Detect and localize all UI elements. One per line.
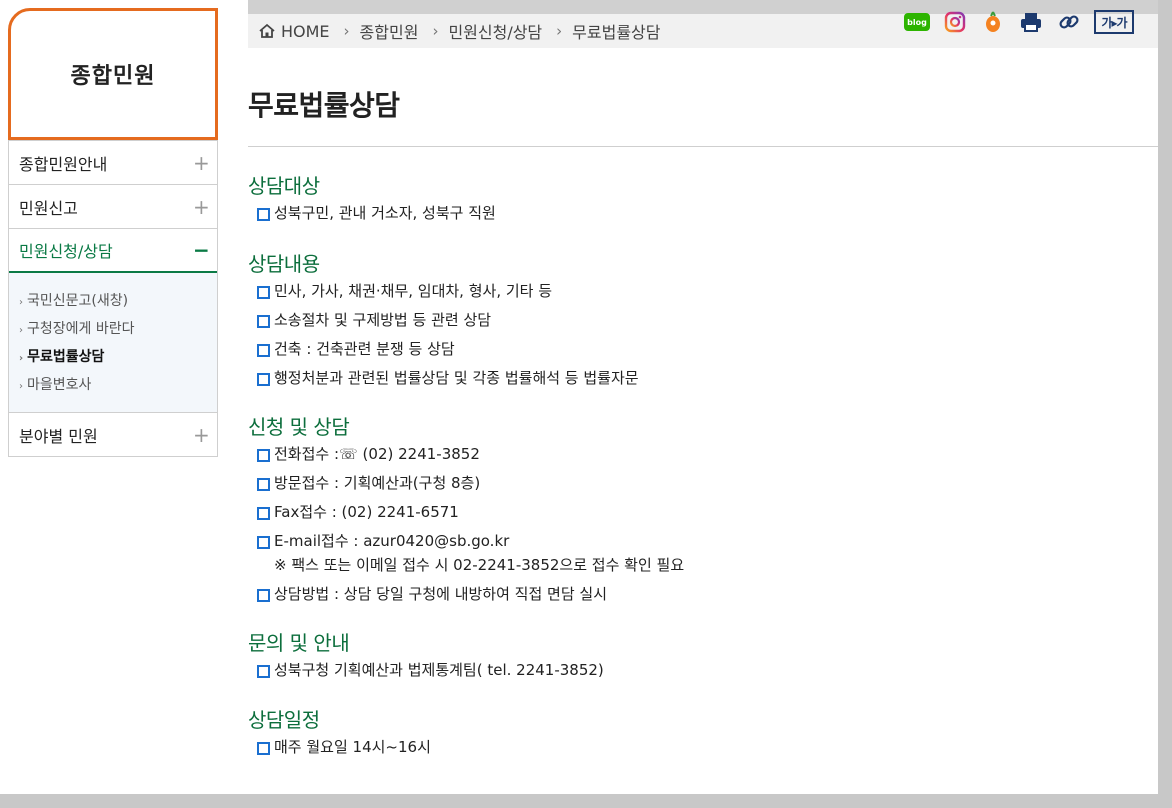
breadcrumb-level1[interactable]: 종합민원	[360, 19, 419, 43]
sidebar-item-application[interactable]: 민원신청/상담 −	[9, 228, 217, 273]
plus-icon[interactable]: +	[193, 423, 210, 447]
breadcrumb-level2[interactable]: 민원신청/상담	[448, 19, 542, 43]
link-icon[interactable]	[1056, 9, 1082, 35]
section-inquiry: 문의 및 안내 성북구청 기획예산과 법제통계팀( tel. 2241-3852…	[248, 628, 1158, 680]
page: 종합민원 종합민원안내 + 민원신고 + 민원신청/상담 − › 국민신문고(새창…	[0, 0, 1158, 794]
section-title: 상담일정	[248, 708, 320, 732]
breadcrumb-home[interactable]: HOME	[281, 22, 330, 41]
main-content: 무료법률상담 상담대상 성북구민, 관내 거소자, 성북구 직원 상담내용 민사…	[248, 48, 1158, 757]
list-item-text: E-mail접수 : azur0420@sb.go.kr	[274, 532, 510, 550]
blog-label: blog	[904, 13, 930, 31]
page-title: 무료법률상담	[248, 89, 400, 122]
home-icon[interactable]	[258, 23, 276, 39]
plus-icon[interactable]: +	[193, 151, 210, 175]
sidebar: 종합민원 종합민원안내 + 민원신고 + 민원신청/상담 − › 국민신문고(새창…	[8, 8, 218, 457]
square-bullet-icon	[257, 208, 270, 221]
list-item: 매주 월요일 14시~16시	[257, 738, 1158, 757]
submenu-item-label: 국민신문고(새창)	[27, 293, 129, 309]
sidebar-item-label: 민원신청/상담	[19, 242, 113, 261]
sidebar-item-general-guide[interactable]: 종합민원안내 +	[9, 140, 217, 184]
font-size-icon[interactable]: 가▸가	[1094, 9, 1134, 35]
sidebar-title: 종합민원	[8, 8, 218, 140]
list-item-text: 전화접수 :☏ (02) 2241-3852	[274, 445, 480, 463]
list-item: 전화접수 :☏ (02) 2241-3852	[257, 445, 1158, 464]
sidebar-item-label: 종합민원안내	[19, 154, 108, 174]
square-bullet-icon	[257, 665, 270, 678]
section-title: 문의 및 안내	[248, 631, 350, 655]
section-schedule: 상담일정 매주 월요일 14시~16시	[248, 705, 1158, 757]
list-item: 소송절차 및 구제방법 등 관련 상담	[257, 311, 1158, 330]
list-item-text: 민사, 가사, 채권·채무, 임대차, 형사, 기타 등	[274, 282, 553, 300]
list-item-text: Fax접수 : (02) 2241-6571	[274, 503, 459, 521]
breadcrumb-bar: HOME › 종합민원 › 민원신청/상담 › 무료법률상담 blog 가▸가	[248, 10, 1158, 48]
sidebar-menu: 종합민원안내 + 민원신고 + 민원신청/상담 − › 국민신문고(새창) › 구청…	[8, 140, 218, 457]
instagram-icon[interactable]	[942, 9, 968, 35]
sidebar-item-label: 분야별 민원	[19, 426, 98, 446]
square-bullet-icon	[257, 315, 270, 328]
section-content: 상담내용 민사, 가사, 채권·채무, 임대차, 형사, 기타 등 소송절차 및…	[248, 249, 1158, 388]
square-bullet-icon	[257, 478, 270, 491]
list-item-text: 소송절차 및 구제방법 등 관련 상담	[274, 311, 492, 329]
square-bullet-icon	[257, 373, 270, 386]
sidebar-item-by-field[interactable]: 분야별 민원 +	[9, 412, 217, 456]
blog-icon[interactable]: blog	[904, 9, 930, 35]
chevron-right-icon: ›	[556, 22, 563, 40]
carrot-icon[interactable]	[980, 9, 1006, 35]
submenu-item-label: 구청장에게 바란다	[27, 321, 135, 337]
submenu-item-epeople[interactable]: › 국민신문고(새창)	[19, 288, 217, 316]
submenu-item-mayor[interactable]: › 구청장에게 바란다	[19, 316, 217, 344]
print-icon[interactable]	[1018, 9, 1044, 35]
list-item: 민사, 가사, 채권·채무, 임대차, 형사, 기타 등	[257, 282, 1158, 301]
list-item: 성북구민, 관내 거소자, 성북구 직원	[257, 204, 1158, 223]
plus-icon[interactable]: +	[193, 195, 210, 219]
section-apply: 신청 및 상담 전화접수 :☏ (02) 2241-3852 방문접수 : 기획…	[248, 412, 1158, 604]
minus-icon[interactable]: −	[193, 238, 210, 262]
section-title: 신청 및 상담	[248, 415, 350, 439]
share-toolbar: blog 가▸가	[904, 9, 1134, 35]
square-bullet-icon	[257, 344, 270, 357]
square-bullet-icon	[257, 286, 270, 299]
list-item-text: 건축 : 건축관련 분쟁 등 상담	[274, 340, 455, 358]
square-bullet-icon	[257, 536, 270, 549]
submenu-item-village-lawyer[interactable]: › 마을변호사	[19, 372, 217, 400]
list-item-text: 방문접수 : 기획예산과(구청 8층)	[274, 474, 481, 492]
list-item: 건축 : 건축관련 분쟁 등 상담	[257, 340, 1158, 359]
square-bullet-icon	[257, 449, 270, 462]
list-item-text: 상담방법 : 상담 당일 구청에 내방하여 직접 면담 실시	[274, 585, 608, 603]
breadcrumb: HOME › 종합민원 › 민원신청/상담 › 무료법률상담	[248, 19, 660, 43]
chevron-right-icon: ›	[343, 22, 350, 40]
divider	[248, 146, 1158, 147]
sidebar-item-report[interactable]: 민원신고 +	[9, 184, 217, 228]
square-bullet-icon	[257, 742, 270, 755]
list-item-text: 행정처분과 관련된 법률상담 및 각종 법률해석 등 법률자문	[274, 369, 639, 387]
section-target: 상담대상 성북구민, 관내 거소자, 성북구 직원	[248, 171, 1158, 223]
sidebar-submenu: › 국민신문고(새창) › 구청장에게 바란다 › 무료법률상담 › 마을변호사	[9, 273, 217, 412]
submenu-item-label: 무료법률상담	[27, 349, 105, 365]
chevron-right-icon: ›	[19, 353, 24, 364]
font-size-label: 가▸가	[1094, 10, 1134, 34]
section-title: 상담내용	[248, 252, 320, 276]
list-item-text: 매주 월요일 14시~16시	[274, 738, 431, 756]
chevron-right-icon: ›	[19, 297, 23, 308]
chevron-right-icon: ›	[432, 22, 439, 40]
breadcrumb-level3[interactable]: 무료법률상담	[572, 19, 660, 43]
list-item: E-mail접수 : azur0420@sb.go.kr	[257, 532, 1158, 551]
list-item-text: 성북구민, 관내 거소자, 성북구 직원	[274, 204, 496, 222]
list-item: 방문접수 : 기획예산과(구청 8층)	[257, 474, 1158, 493]
section-title: 상담대상	[248, 174, 320, 198]
list-item-text: 성북구청 기획예산과 법제통계팀( tel. 2241-3852)	[274, 661, 604, 679]
list-item: 행정처분과 관련된 법률상담 및 각종 법률해석 등 법률자문	[257, 369, 1158, 388]
square-bullet-icon	[257, 589, 270, 602]
list-item: 상담방법 : 상담 당일 구청에 내방하여 직접 면담 실시	[257, 585, 1158, 604]
note-text: ※ 팩스 또는 이메일 접수 시 02-2241-3852으로 접수 확인 필요	[274, 556, 685, 574]
chevron-right-icon: ›	[19, 381, 23, 392]
list-item: Fax접수 : (02) 2241-6571	[257, 503, 1158, 522]
sidebar-item-label: 민원신고	[19, 198, 78, 218]
chevron-right-icon: ›	[19, 325, 23, 336]
list-item: 성북구청 기획예산과 법제통계팀( tel. 2241-3852)	[257, 661, 1158, 680]
submenu-item-label: 마을변호사	[27, 377, 92, 393]
square-bullet-icon	[257, 507, 270, 520]
submenu-item-free-legal[interactable]: › 무료법률상담	[19, 344, 217, 372]
